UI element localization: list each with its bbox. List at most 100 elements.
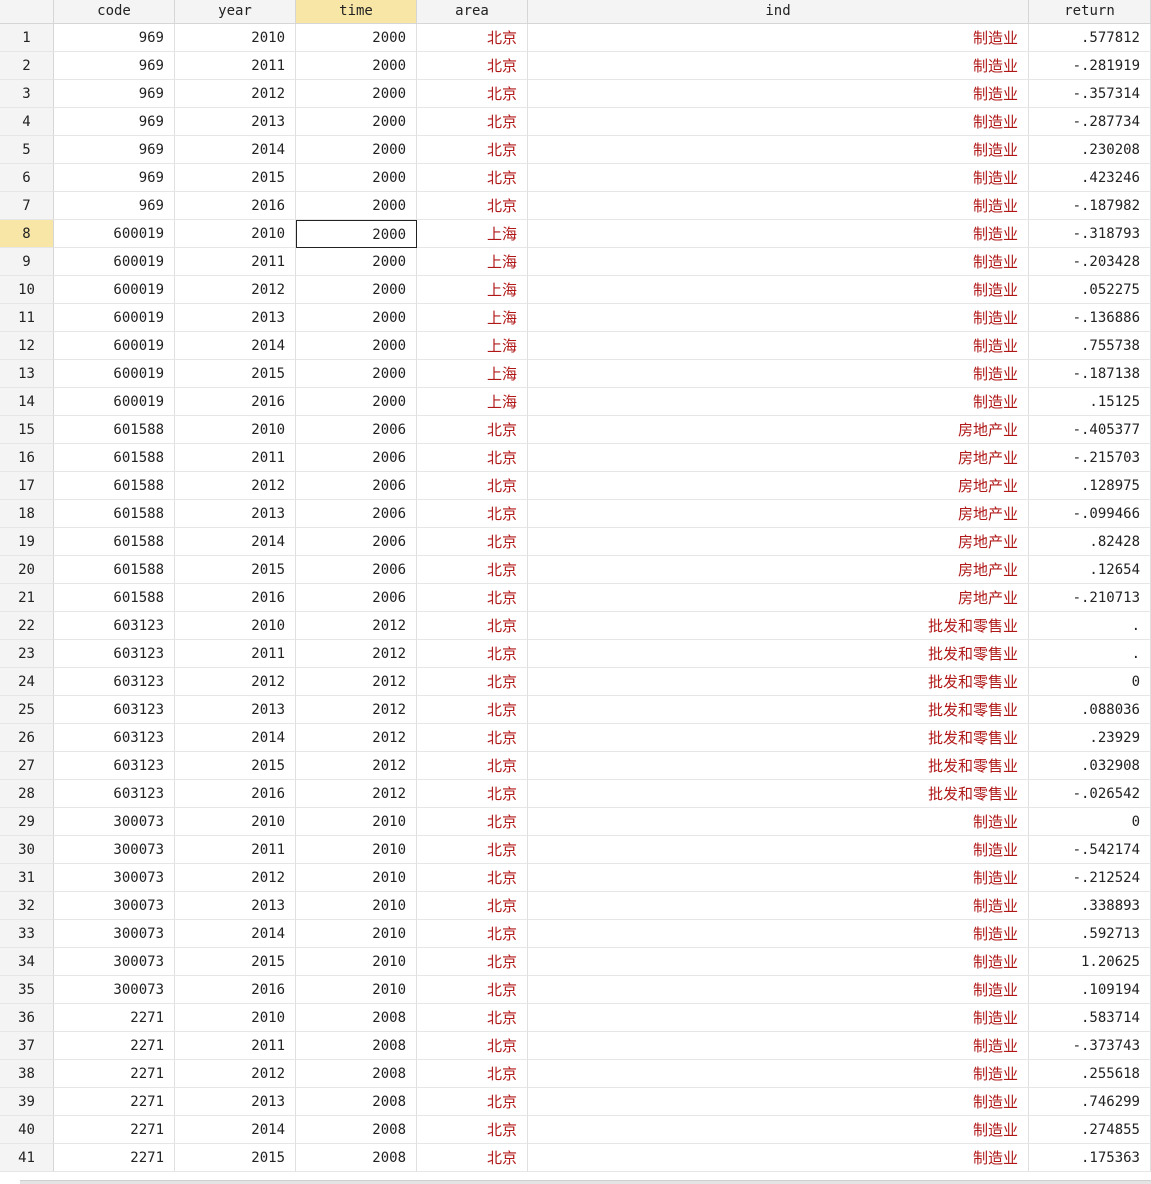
cell-return[interactable]: .82428 <box>1029 528 1151 556</box>
cell-ind[interactable]: 制造业 <box>528 52 1029 80</box>
cell-code[interactable]: 2271 <box>54 1088 175 1116</box>
cell-ind[interactable]: 房地产业 <box>528 444 1029 472</box>
cell-time[interactable]: 2008 <box>296 1116 417 1144</box>
cell-area[interactable]: 北京 <box>417 80 528 108</box>
column-header-time[interactable]: time <box>296 0 417 24</box>
cell-time[interactable]: 2000 <box>296 80 417 108</box>
cell-return[interactable]: -.318793 <box>1029 220 1151 248</box>
row-number[interactable]: 18 <box>0 500 54 528</box>
cell-return[interactable]: . <box>1029 612 1151 640</box>
cell-return[interactable]: -.287734 <box>1029 108 1151 136</box>
row-number[interactable]: 27 <box>0 752 54 780</box>
cell-ind[interactable]: 制造业 <box>528 248 1029 276</box>
cell-area[interactable]: 北京 <box>417 1088 528 1116</box>
cell-return[interactable]: -.026542 <box>1029 780 1151 808</box>
cell-code[interactable]: 300073 <box>54 892 175 920</box>
cell-time[interactable]: 2006 <box>296 528 417 556</box>
cell-year[interactable]: 2014 <box>175 724 296 752</box>
cell-ind[interactable]: 批发和零售业 <box>528 612 1029 640</box>
cell-ind[interactable]: 房地产业 <box>528 416 1029 444</box>
cell-return[interactable]: .088036 <box>1029 696 1151 724</box>
cell-area[interactable]: 北京 <box>417 584 528 612</box>
row-number[interactable]: 1 <box>0 24 54 52</box>
cell-return[interactable]: .255618 <box>1029 1060 1151 1088</box>
cell-return[interactable]: -.215703 <box>1029 444 1151 472</box>
cell-code[interactable]: 2271 <box>54 1116 175 1144</box>
cell-time[interactable]: 2010 <box>296 864 417 892</box>
cell-time[interactable]: 2000 <box>296 276 417 304</box>
row-number[interactable]: 11 <box>0 304 54 332</box>
cell-ind[interactable]: 制造业 <box>528 304 1029 332</box>
row-number[interactable]: 30 <box>0 836 54 864</box>
cell-area[interactable]: 北京 <box>417 444 528 472</box>
cell-year[interactable]: 2016 <box>175 192 296 220</box>
cell-area[interactable]: 北京 <box>417 136 528 164</box>
cell-code[interactable]: 969 <box>54 136 175 164</box>
cell-year[interactable]: 2011 <box>175 444 296 472</box>
cell-area[interactable]: 北京 <box>417 696 528 724</box>
cell-area[interactable]: 北京 <box>417 528 528 556</box>
cell-ind[interactable]: 制造业 <box>528 1032 1029 1060</box>
cell-time[interactable]: 2008 <box>296 1060 417 1088</box>
cell-ind[interactable]: 制造业 <box>528 976 1029 1004</box>
cell-year[interactable]: 2016 <box>175 780 296 808</box>
cell-code[interactable]: 969 <box>54 24 175 52</box>
cell-year[interactable]: 2015 <box>175 360 296 388</box>
cell-ind[interactable]: 制造业 <box>528 164 1029 192</box>
row-number[interactable]: 21 <box>0 584 54 612</box>
cell-ind[interactable]: 制造业 <box>528 1144 1029 1172</box>
cell-return[interactable]: .175363 <box>1029 1144 1151 1172</box>
cell-time[interactable]: 2012 <box>296 724 417 752</box>
cell-year[interactable]: 2014 <box>175 332 296 360</box>
cell-return[interactable]: .423246 <box>1029 164 1151 192</box>
cell-time[interactable]: 2010 <box>296 836 417 864</box>
cell-return[interactable]: -.187138 <box>1029 360 1151 388</box>
cell-ind[interactable]: 批发和零售业 <box>528 696 1029 724</box>
cell-code[interactable]: 600019 <box>54 332 175 360</box>
cell-code[interactable]: 969 <box>54 164 175 192</box>
cell-code[interactable]: 969 <box>54 108 175 136</box>
cell-ind[interactable]: 批发和零售业 <box>528 780 1029 808</box>
cell-time[interactable]: 2010 <box>296 948 417 976</box>
cell-return[interactable]: .052275 <box>1029 276 1151 304</box>
row-number[interactable]: 13 <box>0 360 54 388</box>
cell-area[interactable]: 北京 <box>417 556 528 584</box>
cell-area[interactable]: 北京 <box>417 668 528 696</box>
cell-year[interactable]: 2015 <box>175 164 296 192</box>
row-number[interactable]: 14 <box>0 388 54 416</box>
cell-code[interactable]: 603123 <box>54 696 175 724</box>
cell-return[interactable]: -.373743 <box>1029 1032 1151 1060</box>
column-header-ind[interactable]: ind <box>528 0 1029 24</box>
cell-return[interactable]: .755738 <box>1029 332 1151 360</box>
row-number[interactable]: 6 <box>0 164 54 192</box>
cell-time[interactable]: 2012 <box>296 668 417 696</box>
cell-time[interactable]: 2000 <box>296 220 417 248</box>
cell-code[interactable]: 601588 <box>54 416 175 444</box>
cell-ind[interactable]: 制造业 <box>528 1060 1029 1088</box>
cell-ind[interactable]: 制造业 <box>528 276 1029 304</box>
cell-code[interactable]: 600019 <box>54 248 175 276</box>
row-number[interactable]: 36 <box>0 1004 54 1032</box>
cell-time[interactable]: 2000 <box>296 108 417 136</box>
cell-year[interactable]: 2010 <box>175 1004 296 1032</box>
cell-year[interactable]: 2014 <box>175 1116 296 1144</box>
cell-area[interactable]: 上海 <box>417 248 528 276</box>
cell-return[interactable]: .746299 <box>1029 1088 1151 1116</box>
row-number[interactable]: 31 <box>0 864 54 892</box>
cell-code[interactable]: 603123 <box>54 780 175 808</box>
cell-area[interactable]: 北京 <box>417 752 528 780</box>
cell-return[interactable]: -.099466 <box>1029 500 1151 528</box>
cell-ind[interactable]: 制造业 <box>528 220 1029 248</box>
cell-year[interactable]: 2013 <box>175 1088 296 1116</box>
cell-code[interactable]: 2271 <box>54 1144 175 1172</box>
cell-time[interactable]: 2000 <box>296 164 417 192</box>
cell-time[interactable]: 2000 <box>296 332 417 360</box>
cell-code[interactable]: 600019 <box>54 276 175 304</box>
cell-return[interactable]: .230208 <box>1029 136 1151 164</box>
cell-code[interactable]: 2271 <box>54 1032 175 1060</box>
cell-code[interactable]: 600019 <box>54 304 175 332</box>
cell-year[interactable]: 2012 <box>175 1060 296 1088</box>
row-number[interactable]: 33 <box>0 920 54 948</box>
cell-code[interactable]: 603123 <box>54 668 175 696</box>
cell-return[interactable]: 1.20625 <box>1029 948 1151 976</box>
